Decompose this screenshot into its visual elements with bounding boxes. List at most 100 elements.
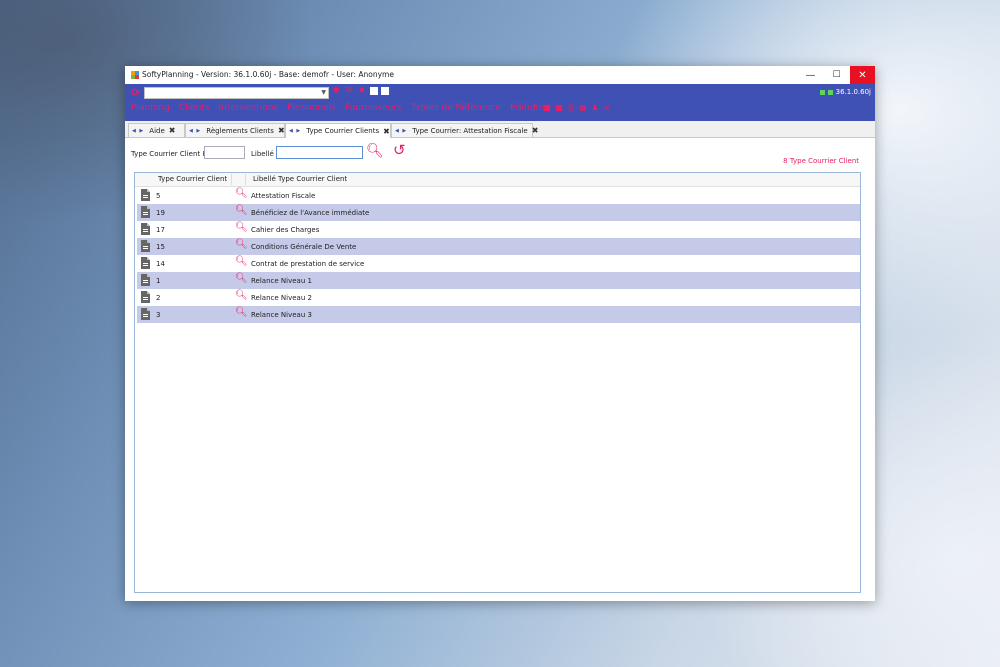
document-icon[interactable] — [141, 274, 150, 286]
table-row[interactable]: 3 🔍︎ Relance Niveau 3 — [137, 306, 860, 323]
status-indicator-icon — [827, 89, 833, 95]
checkbox-1[interactable] — [370, 87, 378, 95]
search-icon[interactable]: 🔍︎ — [235, 274, 248, 284]
tab-nav-icon[interactable]: ◀ ▶ — [289, 128, 301, 134]
table-row[interactable]: 14 🔍︎ Contrat de prestation de service — [137, 255, 860, 272]
mail-icon[interactable]: ✉ — [344, 86, 354, 96]
version-label: 36.1.0.60j — [835, 88, 871, 96]
tab-label: Type Courrier: Attestation Fiscale — [412, 126, 528, 135]
menu-interventions[interactable]: Interventions — [219, 103, 279, 113]
window-title: SoftyPlanning - Version: 36.1.0.60j - Ba… — [142, 70, 394, 79]
table-row[interactable]: 19 🔍︎ Bénéficiez de l'Avance immédiate — [137, 204, 860, 221]
tab-nav-icon[interactable]: ◀ ▶ — [189, 128, 201, 134]
table-row[interactable]: 1 🔍︎ Relance Niveau 1 — [137, 272, 860, 289]
folder-icon[interactable]: ■ — [543, 104, 551, 112]
title-bar: SoftyPlanning - Version: 36.1.0.60j - Ba… — [125, 66, 875, 84]
search-icon[interactable]: 🔍︎ — [235, 223, 248, 233]
row-libelle: Attestation Fiscale — [251, 192, 316, 200]
puzzle-icon[interactable]: ✱ — [331, 86, 341, 96]
checkbox-2[interactable] — [381, 87, 389, 95]
libelle-filter-label: Libellé — [251, 150, 274, 158]
row-libelle: Relance Niveau 1 — [251, 277, 312, 285]
status-indicator-icon — [819, 89, 825, 95]
search-icon[interactable]: 🔍︎ — [235, 206, 248, 216]
row-libelle: Cahier des Charges — [251, 226, 320, 234]
table-row[interactable]: 2 🔍︎ Relance Niveau 2 — [137, 289, 860, 306]
document-icon[interactable] — [141, 291, 150, 303]
libelle-filter-input[interactable] — [276, 146, 363, 159]
search-icon[interactable]: 🔍︎ — [235, 308, 248, 318]
row-libelle: Relance Niveau 3 — [251, 311, 312, 319]
table-row[interactable]: 17 🔍︎ Cahier des Charges — [137, 221, 860, 238]
minimize-button[interactable]: — — [798, 66, 823, 84]
record-count: 8 Type Courrier Client — [783, 157, 859, 165]
search-button[interactable]: 🔍︎ — [366, 144, 384, 158]
close-tab-icon[interactable]: ✖ — [383, 127, 390, 136]
menu-tables-de-reference[interactable]: Tables de Référence — [411, 103, 501, 113]
row-libelle: Relance Niveau 2 — [251, 294, 312, 302]
close-tab-icon[interactable]: ✖ — [169, 126, 176, 135]
column-header-id[interactable]: Type Courrier Client — [158, 175, 227, 183]
id-filter-label: Type Courrier Client Id — [131, 150, 209, 158]
data-grid: Type Courrier Client Libellé Type Courri… — [134, 172, 861, 593]
close-tab-icon[interactable]: ✖ — [532, 126, 539, 135]
document-icon[interactable] — [141, 223, 150, 235]
row-id: 3 — [156, 311, 161, 319]
close-button[interactable]: ✕ — [850, 66, 875, 84]
link-icon[interactable]: ∞ — [603, 104, 611, 112]
navigation-combo[interactable]: ▼ — [144, 87, 329, 99]
menu-personnels[interactable]: Personnels — [287, 103, 336, 113]
toolbar-icons: ✱ ✉ ♦ — [331, 86, 389, 96]
folder-open-icon[interactable]: ■ — [555, 104, 563, 112]
tab-aide[interactable]: ◀ ▶ Aide ✖ — [128, 123, 185, 137]
document-icon[interactable] — [141, 206, 150, 218]
app-logo-icon — [130, 70, 140, 80]
document-icon[interactable] — [141, 189, 150, 201]
row-libelle: Conditions Générale De Vente — [251, 243, 357, 251]
tab-strip: ◀ ▶ Aide ✖ ◀ ▶ Règlements Clients ✖ ◀ ▶ … — [125, 121, 875, 138]
column-divider[interactable] — [231, 174, 232, 185]
maximize-button[interactable]: ☐ — [824, 66, 849, 84]
search-icon[interactable]: 🔍︎ — [235, 240, 248, 250]
table-row[interactable]: 15 🔍︎ Conditions Générale De Vente — [137, 238, 860, 255]
main-menu: Planning Clients Interventions Personnel… — [131, 103, 546, 113]
row-id: 17 — [156, 226, 165, 234]
tab-nav-icon[interactable]: ◀ ▶ — [132, 128, 144, 134]
search-icon[interactable]: 🔍︎ — [235, 291, 248, 301]
document-icon[interactable] — [141, 240, 150, 252]
menu-clients[interactable]: Clients — [179, 103, 210, 113]
row-id: 15 — [156, 243, 165, 251]
tab-type-courrier-clients[interactable]: ◀ ▶ Type Courrier Clients ✖ — [285, 123, 391, 138]
search-icon[interactable]: 🔍︎ — [235, 189, 248, 199]
row-id: 5 — [156, 192, 161, 200]
app-window: SoftyPlanning - Version: 36.1.0.60j - Ba… — [125, 66, 875, 601]
row-libelle: Bénéficiez de l'Avance immédiate — [251, 209, 370, 217]
calendar-icon[interactable]: ▦ — [579, 104, 587, 112]
column-header-libelle[interactable]: Libellé Type Courrier Client — [253, 175, 347, 183]
row-libelle: Contrat de prestation de service — [251, 260, 365, 268]
document-icon[interactable] — [141, 308, 150, 320]
menu-icons: ? ■ ■ ⎙ ▦ ♟ ∞ — [531, 104, 611, 112]
tab-label: Type Courrier Clients — [306, 127, 380, 135]
chevron-down-icon: ▼ — [321, 89, 326, 96]
refresh-icon[interactable]: ⟳ — [131, 87, 140, 99]
microphone-icon[interactable]: ♦ — [357, 86, 367, 96]
row-id: 19 — [156, 209, 165, 217]
row-id: 14 — [156, 260, 165, 268]
menu-fournisseurs[interactable]: Fournisseurs — [345, 103, 402, 113]
table-row[interactable]: 5 🔍︎ Attestation Fiscale — [137, 187, 860, 204]
search-icon[interactable]: 🔍︎ — [235, 257, 248, 267]
tab-label: Règlements Clients — [206, 126, 274, 135]
help-icon[interactable]: ? — [531, 104, 539, 112]
print-icon[interactable]: ⎙ — [567, 104, 575, 112]
users-icon[interactable]: ♟ — [591, 104, 599, 112]
document-icon[interactable] — [141, 257, 150, 269]
menu-planning[interactable]: Planning — [131, 103, 170, 113]
tab-reglements-clients[interactable]: ◀ ▶ Règlements Clients ✖ — [185, 123, 285, 137]
tab-attestation-fiscale[interactable]: ◀ ▶ Type Courrier: Attestation Fiscale ✖ — [391, 123, 538, 137]
tab-nav-icon[interactable]: ◀ ▶ — [395, 128, 407, 134]
reset-filter-button[interactable]: ↺ — [393, 143, 406, 158]
column-divider[interactable] — [245, 174, 246, 185]
close-tab-icon[interactable]: ✖ — [278, 126, 285, 135]
id-filter-input[interactable] — [204, 146, 245, 159]
